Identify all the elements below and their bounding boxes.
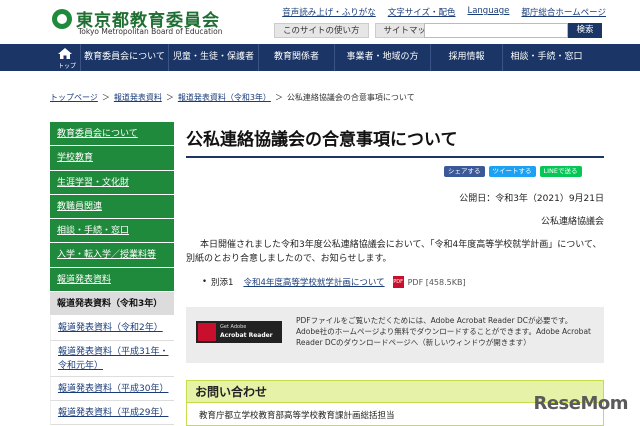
utility-buttons: このサイトの使い方 サイトマップ xyxy=(274,23,444,38)
sidebar-subitem[interactable]: 報道発表資料（平成30年） xyxy=(50,376,174,401)
twitter-share-button[interactable]: ツイートする xyxy=(488,166,536,177)
sidebar-item-label: 報道発表資料（令和3年） xyxy=(57,299,163,310)
organization-name: 公私連絡協議会 xyxy=(540,217,604,227)
attachment: • 別添1 令和4年度高等学校就学計画について PDF PDF [458.5KB… xyxy=(202,276,466,288)
search-button[interactable]: 検索 xyxy=(568,23,602,38)
published-date: 公開日：令和3年（2021）9月21日 xyxy=(459,194,604,204)
sidebar-item-label: 教職員関連 xyxy=(57,201,103,212)
nav-home-label: トップ xyxy=(58,63,77,70)
sidebar-item-current[interactable]: 報道発表資料（令和3年） xyxy=(50,292,174,317)
nav-item-board[interactable]: 教育委員会について xyxy=(80,44,168,71)
sidebar-item-label: 報道発表資料（令和2年） xyxy=(58,323,163,334)
breadcrumb-separator: ＞ xyxy=(274,93,283,102)
sidebar-item-label: 学校教育 xyxy=(57,153,94,164)
acrobat-badge-big: Acrobat Reader xyxy=(220,332,273,339)
breadcrumb-separator: ＞ xyxy=(101,93,110,102)
share-buttons: シェアする ツイートする LINEで送る xyxy=(444,166,582,177)
sidebar-item-label: 報道発表資料（平成29年） xyxy=(58,407,169,418)
search-input[interactable] xyxy=(424,23,568,38)
site-header: 東京都教育委員会 Tokyo Metropolitan Board of Edu… xyxy=(0,0,640,44)
sidebar-item-label: 相談・手続・窓口 xyxy=(57,226,130,237)
site-subtitle: Tokyo Metropolitan Board of Education xyxy=(78,27,223,36)
tokyo-logo-icon[interactable] xyxy=(52,9,72,29)
get-acrobat-button[interactable]: Get Adobe Acrobat Reader xyxy=(196,321,282,343)
facebook-share-button[interactable]: シェアする xyxy=(444,166,485,177)
sidebar-item[interactable]: 報道発表資料 xyxy=(50,267,174,293)
nav-item-consult[interactable]: 相談・手続・窓口 xyxy=(502,44,590,71)
sidebar-subitem[interactable]: 報道発表資料（平成31年・令和元年） xyxy=(50,340,174,377)
sidebar-item-label: 報道発表資料（平成31年・令和元年） xyxy=(58,346,169,371)
util-link-metro[interactable]: 都庁総合ホームページ xyxy=(521,6,606,18)
util-link-textsize[interactable]: 文字サイズ・配色 xyxy=(388,6,456,18)
bullet: • xyxy=(202,277,208,287)
sidebar-item[interactable]: 入学・転入学／授業料等 xyxy=(50,243,174,268)
nav-item-students[interactable]: 児童・生徒・保護者 xyxy=(168,44,258,71)
util-link-language[interactable]: Language xyxy=(467,6,509,18)
how-to-use-button[interactable]: このサイトの使い方 xyxy=(274,23,369,38)
nav-home[interactable]: トップ xyxy=(50,44,80,71)
attachment-prefix: 別添1 xyxy=(211,278,234,288)
pdf-icon: PDF xyxy=(392,276,404,288)
sidebar-item-label: 入学・転入学／授業料等 xyxy=(57,250,157,261)
sidebar-subitem[interactable]: 報道発表資料（平成29年） xyxy=(50,400,174,426)
breadcrumb-current: 公私連絡協議会の合意事項について xyxy=(286,93,415,102)
sidebar-subitem[interactable]: 報道発表資料（令和2年） xyxy=(50,316,174,341)
acrobat-logo-icon xyxy=(198,323,216,341)
nav-item-business[interactable]: 事業者・地域の方 xyxy=(334,44,430,71)
sidebar-item-label: 報道発表資料 xyxy=(57,274,112,285)
line-share-button[interactable]: LINEで送る xyxy=(539,166,582,177)
page-title: 公私連絡協議会の合意事項について xyxy=(186,125,604,158)
sidebar-item-label: 教育委員会について xyxy=(57,129,138,139)
breadcrumb-press-r3[interactable]: 報道発表資料（令和3年） xyxy=(178,92,271,103)
acrobat-text[interactable]: PDFファイルをご覧いただくためには、Adobe Acrobat Reader … xyxy=(296,315,594,348)
attachment-link[interactable]: 令和4年度高等学校就学計画について xyxy=(243,276,384,288)
sidebar-item[interactable]: 相談・手続・窓口 xyxy=(50,219,174,244)
global-nav: トップ 教育委員会について 児童・生徒・保護者 教育関係者 事業者・地域の方 採… xyxy=(0,44,640,71)
breadcrumb-top[interactable]: トップページ xyxy=(50,92,98,103)
home-icon xyxy=(58,48,72,59)
nav-item-recruit[interactable]: 採用情報 xyxy=(430,44,502,71)
sidebar-nav: 教育委員会について 学校教育 生涯学習・文化財 教職員関連 相談・手続・窓口 入… xyxy=(50,122,174,426)
util-link-voice[interactable]: 音声読み上げ・ふりがな xyxy=(282,6,376,18)
attachment-size: PDF [458.5KB] xyxy=(407,277,466,287)
breadcrumb-separator: ＞ xyxy=(165,93,174,102)
sidebar-item[interactable]: 教職員関連 xyxy=(50,194,174,220)
body-text: 本日開催されました令和3年度公私連絡協議会において、「令和4年度高等学校就学計画… xyxy=(186,240,602,264)
nav-item-educators[interactable]: 教育関係者 xyxy=(258,44,334,71)
acrobat-notice: Get Adobe Acrobat Reader PDFファイルをご覧いただくた… xyxy=(186,307,604,363)
breadcrumb-press[interactable]: 報道発表資料 xyxy=(114,92,162,103)
acrobat-badge-small: Get Adobe xyxy=(220,324,247,330)
sidebar-item[interactable]: 教育委員会について xyxy=(50,122,174,147)
resemom-watermark: ReseMom xyxy=(533,393,628,414)
breadcrumb: トップページ ＞ 報道発表資料 ＞ 報道発表資料（令和3年） ＞ 公私連絡協議会… xyxy=(50,92,415,103)
sidebar-item-label: 報道発表資料（平成30年） xyxy=(58,383,169,394)
sidebar-item[interactable]: 生涯学習・文化財 xyxy=(50,170,174,195)
utility-links: 音声読み上げ・ふりがな 文字サイズ・配色 Language 都庁総合ホームページ xyxy=(282,6,606,18)
sidebar-item[interactable]: 学校教育 xyxy=(50,146,174,171)
sidebar-item-label: 生涯学習・文化財 xyxy=(57,177,130,188)
